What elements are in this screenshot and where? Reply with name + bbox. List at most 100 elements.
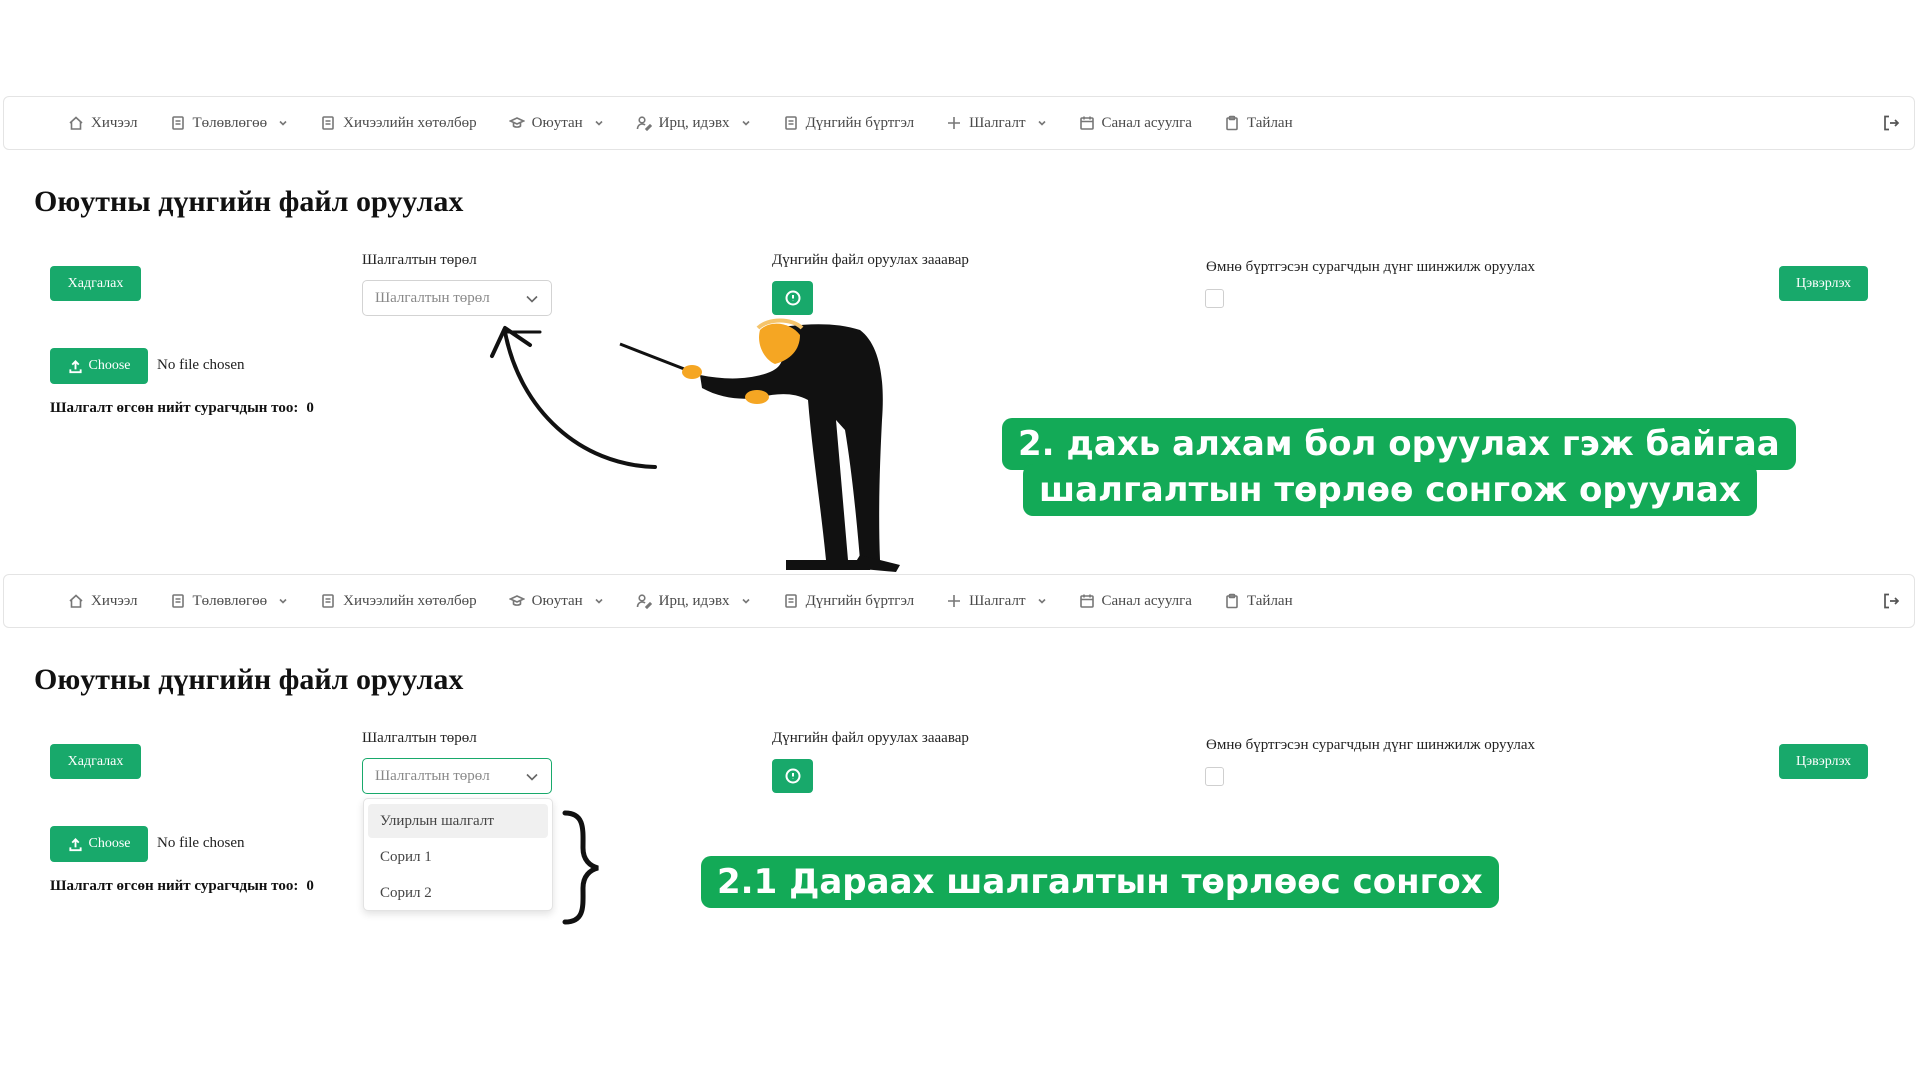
chevron-down-icon [595, 120, 603, 126]
nav-label: Оюутан [531, 592, 583, 609]
nav-item-report[interactable]: Тайлан [1224, 115, 1293, 132]
user-edit-icon [636, 594, 652, 609]
document-icon [322, 116, 334, 130]
chevron-down-icon [595, 598, 603, 604]
step-2-callout-line-2: шалгалтын төрлөө сонгож оруулах [1023, 464, 1757, 516]
home-icon [69, 594, 83, 608]
nav-label: Хичээл [91, 592, 138, 609]
student-count-value: 0 [306, 400, 314, 416]
guide-info-button[interactable] [772, 281, 813, 315]
analyze-previous-label: Өмнө бүртгэсэн сурагчдын дүнг шинжилж ор… [1206, 259, 1535, 275]
nav-label: Ирц, идэвх [658, 592, 730, 609]
student-count-label: Шалгалт өгсөн нийт сурагчдын тоо: [50, 400, 299, 416]
guide-info-button[interactable] [772, 759, 813, 793]
nav-item-exam[interactable]: Шалгалт [946, 593, 1046, 610]
analyze-previous-label: Өмнө бүртгэсэн сурагчдын дүнг шинжилж ор… [1206, 737, 1535, 753]
nav-label: Шалгалт [969, 114, 1026, 131]
nav-item-lesson[interactable]: Хичээл [68, 115, 138, 132]
nav-label: Шалгалт [969, 592, 1026, 609]
nav-item-grades[interactable]: Дүнгийн бүртгэл [783, 592, 915, 610]
calendar-icon [1079, 594, 1094, 608]
guide-label: Дүнгийн файл оруулах зааавар [772, 252, 969, 268]
nav-item-curriculum[interactable]: Хичээлийн хөтөлбөр [320, 593, 477, 610]
nav-item-survey[interactable]: Санал асуулга [1079, 115, 1192, 132]
nav-item-plan[interactable]: Төлөвлөгөө [170, 115, 289, 132]
top-navbar: Хичээл Төлөвлөгөө Хичээлийн хөтөлбөр Оюу… [3, 574, 1915, 628]
exam-type-label: Шалгалтын төрөл [362, 252, 477, 268]
exam-type-label: Шалгалтын төрөл [362, 730, 477, 746]
chevron-down-icon [741, 120, 750, 126]
nav-label: Санал асуулга [1101, 114, 1192, 131]
choose-file-button[interactable]: Choose [50, 826, 148, 862]
student-count-label: Шалгалт өгсөн нийт сурагчдын тоо: [50, 878, 299, 894]
graduation-cap-icon [508, 595, 525, 606]
info-icon [785, 290, 800, 306]
nav-item-curriculum[interactable]: Хичээлийн хөтөлбөр [320, 115, 477, 132]
exam-type-select[interactable]: Шалгалтын төрөл [362, 280, 552, 316]
clear-button[interactable]: Цэвэрлэх [1779, 744, 1868, 779]
choose-file-button[interactable]: Choose [50, 348, 148, 384]
student-count: Шалгалт өгсөн нийт сурагчдын тоо: 0 [50, 878, 314, 895]
info-icon [785, 768, 800, 784]
nav-item-student[interactable]: Оюутан [508, 114, 604, 132]
upload-icon [68, 837, 82, 851]
document-icon [171, 116, 184, 130]
exam-type-select[interactable]: Шалгалтын төрөл [362, 758, 552, 794]
nav-label: Дүнгийн бүртгэл [805, 592, 915, 609]
student-count: Шалгалт өгсөн нийт сурагчдын тоо: 0 [50, 400, 314, 417]
nav-label: Төлөвлөгөө [192, 592, 268, 609]
document-icon [322, 594, 334, 608]
nav-item-exam[interactable]: Шалгалт [946, 115, 1046, 132]
nav-label: Ирц, идэвх [658, 114, 730, 131]
save-button[interactable]: Хадгалах [50, 266, 141, 301]
guide-label: Дүнгийн файл оруулах зааавар [772, 730, 969, 746]
plus-icon [948, 117, 961, 129]
nav-label: Санал асуулга [1101, 592, 1192, 609]
nav-label: Төлөвлөгөө [192, 114, 268, 131]
nav-item-lesson[interactable]: Хичээл [68, 593, 138, 610]
nav-label: Хичээлийн хөтөлбөр [343, 592, 477, 609]
no-file-text: No file chosen [157, 357, 245, 373]
document-icon [171, 594, 184, 608]
dropdown-option[interactable]: Сорил 2 [368, 876, 548, 910]
dropdown-option[interactable]: Улирлын шалгалт [368, 804, 548, 838]
nav-item-attendance[interactable]: Ирц, идэвх [636, 593, 751, 610]
chevron-down-icon [526, 295, 538, 303]
clear-button[interactable]: Цэвэрлэх [1779, 266, 1868, 301]
analyze-previous-checkbox[interactable] [1205, 289, 1224, 308]
exam-type-placeholder: Шалгалтын төрөл [375, 767, 490, 784]
nav-item-report[interactable]: Тайлан [1224, 593, 1293, 610]
nav-item-attendance[interactable]: Ирц, идэвх [636, 115, 751, 132]
user-edit-icon [636, 116, 652, 131]
chevron-down-icon [279, 598, 287, 604]
nav-item-grades[interactable]: Дүнгийн бүртгэл [783, 114, 915, 132]
save-button[interactable]: Хадгалах [50, 744, 141, 779]
chevron-down-icon [1037, 598, 1046, 604]
nav-label: Хичээл [91, 114, 138, 131]
nav-label: Дүнгийн бүртгэл [805, 114, 915, 131]
chevron-down-icon [279, 120, 287, 126]
no-file-text: No file chosen [157, 835, 245, 851]
graduation-cap-icon [508, 117, 525, 128]
analyze-previous-checkbox[interactable] [1205, 767, 1224, 786]
logout-button[interactable] [1882, 114, 1900, 137]
nav-item-survey[interactable]: Санал асуулга [1079, 593, 1192, 610]
logout-button[interactable] [1882, 592, 1900, 615]
nav-label: Тайлан [1246, 592, 1293, 609]
chevron-down-icon [1037, 120, 1046, 126]
nav-label: Оюутан [531, 114, 583, 131]
clipboard-icon [1226, 115, 1238, 131]
page-title: Оюутны дүнгийн файл оруулах [34, 185, 464, 218]
dropdown-option[interactable]: Сорил 1 [368, 840, 548, 874]
choose-label: Choose [88, 358, 131, 373]
home-icon [69, 116, 83, 130]
panel-step-2: Хичээл Төлөвлөгөө Хичээлийн хөтөлбөр Оюу… [0, 0, 1920, 470]
exam-type-dropdown: Улирлын шалгалт Сорил 1 Сорил 2 [363, 798, 553, 911]
nav-label: Хичээлийн хөтөлбөр [343, 114, 477, 131]
page-title: Оюутны дүнгийн файл оруулах [34, 663, 464, 696]
nav-item-plan[interactable]: Төлөвлөгөө [170, 593, 289, 610]
nav-item-student[interactable]: Оюутан [508, 592, 604, 610]
upload-icon [68, 359, 82, 373]
plus-icon [948, 595, 961, 607]
clipboard-icon [1226, 593, 1238, 609]
